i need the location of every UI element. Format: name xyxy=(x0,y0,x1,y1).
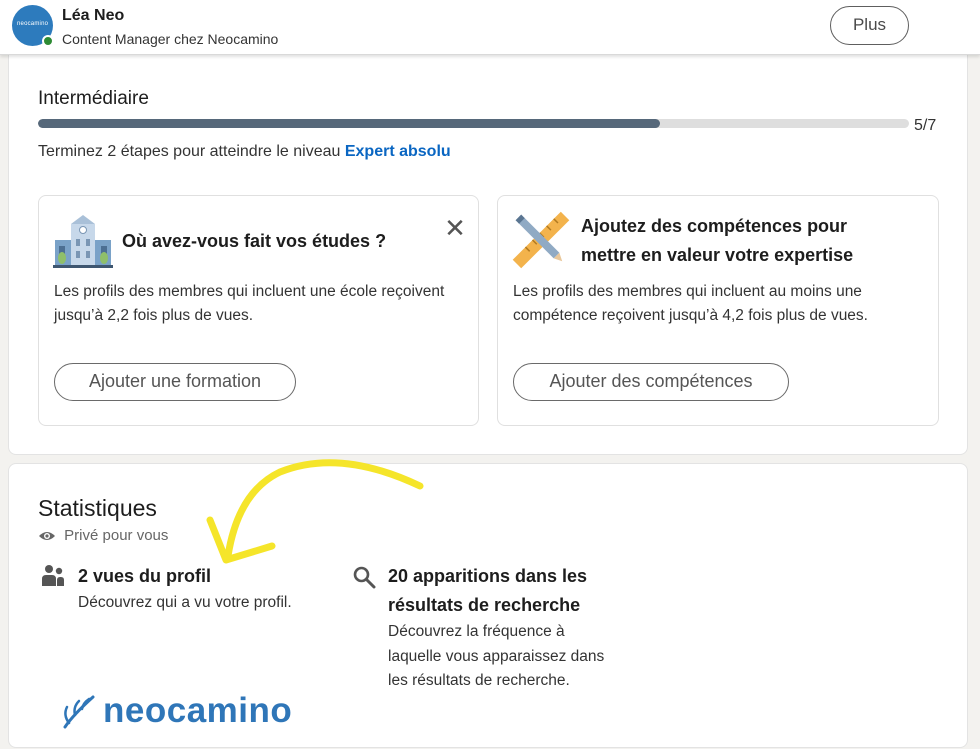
avatar[interactable]: neocamino xyxy=(12,5,54,47)
suggestion-title: Où avez-vous fait vos études ? xyxy=(122,231,387,251)
profile-level-title: Intermédiaire xyxy=(38,88,149,109)
brand-wordmark: neocamino xyxy=(103,691,293,730)
suggestion-card-skills: Ajoutez des compétences pour mettre en v… xyxy=(497,195,939,426)
people-icon xyxy=(41,563,65,592)
school-building-icon xyxy=(53,214,113,273)
add-skills-button[interactable]: Ajouter des compétences xyxy=(513,363,789,401)
close-icon[interactable]: ✕ xyxy=(444,215,466,241)
online-status-icon xyxy=(42,35,54,47)
suggestion-card-education: Où avez-vous fait vos études ? ✕ Les pro… xyxy=(38,195,479,426)
avatar-logo-text: neocamino xyxy=(17,21,49,27)
user-headline: Content Manager chez Neocamino xyxy=(62,31,279,47)
progress-count: 5/7 xyxy=(914,117,937,134)
profile-views-link[interactable]: 2 vues du profil xyxy=(78,562,338,591)
more-button[interactable]: Plus xyxy=(830,6,909,45)
suggestion-title: Ajoutez des compétences pour mettre en v… xyxy=(581,216,854,265)
profile-sticky-header: neocamino Léa Neo Content Manager chez N… xyxy=(0,0,980,55)
search-appearances-description: Découvrez la fréquence à laquelle vous a… xyxy=(388,623,605,689)
statistics-card: Statistiques Privé pour vous 2 vues du p… xyxy=(8,463,968,748)
expert-level-link[interactable]: Expert absolu xyxy=(345,143,451,160)
search-icon xyxy=(352,565,376,594)
profile-strength-card: Intermédiaire 5/7 Terminez 2 étapes pour… xyxy=(8,40,968,455)
private-label-row: Privé pour vous xyxy=(38,527,168,544)
add-education-button[interactable]: Ajouter une formation xyxy=(54,363,296,401)
suggestion-description: Les profils des membres qui incluent au … xyxy=(513,283,868,324)
ruler-pencil-icon xyxy=(512,210,570,275)
profile-progress-bar xyxy=(38,119,909,128)
user-name[interactable]: Léa Neo xyxy=(62,7,124,25)
statistics-title: Statistiques xyxy=(38,495,157,521)
feather-icon xyxy=(59,693,99,738)
progress-hint-text: Terminez 2 étapes pour atteindre le nive… xyxy=(38,143,345,160)
suggestion-description: Les profils des membres qui incluent une… xyxy=(54,283,445,324)
private-label: Privé pour vous xyxy=(64,527,169,544)
profile-views-description: Découvrez qui a vu votre profil. xyxy=(78,594,292,611)
progress-hint: Terminez 2 étapes pour atteindre le nive… xyxy=(38,143,451,161)
eye-icon xyxy=(38,527,64,544)
profile-progress-fill xyxy=(38,119,660,128)
neocamino-logo: neocamino xyxy=(59,689,309,733)
search-appearances-link[interactable]: 20 apparitions dans les résultats de rec… xyxy=(388,562,623,620)
